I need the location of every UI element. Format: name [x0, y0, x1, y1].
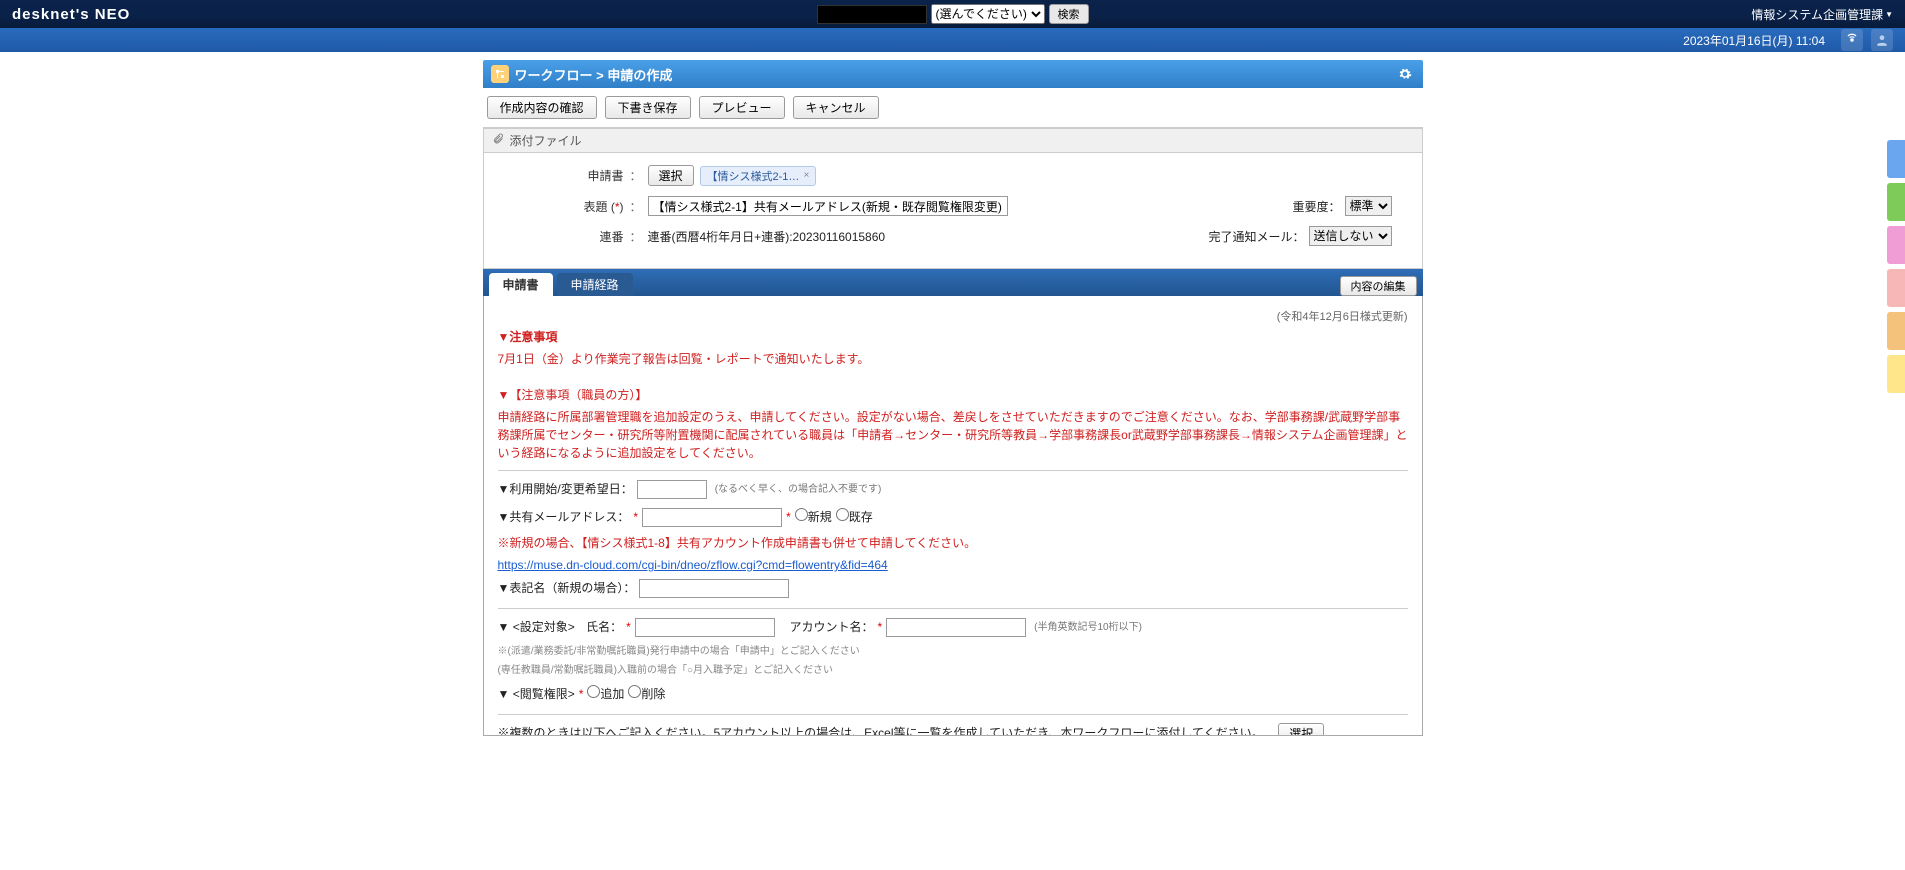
- title-label: 表題 (*): [514, 198, 624, 215]
- current-datetime: 2023年01月16日(月) 11:04: [1683, 32, 1825, 49]
- side-tab-1[interactable]: [1887, 140, 1905, 178]
- paperclip-icon: [492, 133, 504, 148]
- form-updated-note: (令和4年12月6日様式更新): [498, 308, 1408, 324]
- importance-label: 重要度：: [1292, 198, 1340, 215]
- caret-down-icon: ▼: [1885, 10, 1893, 19]
- antenna-icon[interactable]: [1841, 29, 1863, 51]
- account-input[interactable]: [886, 618, 1026, 637]
- title-input[interactable]: [648, 196, 1008, 216]
- notify-select[interactable]: 送信しない: [1309, 226, 1392, 246]
- caution-text: 7月1日（金）より作業完了報告は回覧・レポートで通知いたします。: [498, 350, 1408, 368]
- user-avatar-icon[interactable]: [1871, 29, 1893, 51]
- caution-heading: ▼注意事項: [498, 328, 1408, 346]
- breadcrumb: ワークフロー > 申請の作成: [515, 65, 673, 84]
- perm-header: ▼ <閲覧権限>: [498, 684, 575, 706]
- radio-new-label[interactable]: 新規: [795, 507, 832, 529]
- name-label: 氏名：: [586, 617, 622, 639]
- search-scope-select[interactable]: (選んでください): [931, 4, 1045, 24]
- selected-form-tag[interactable]: 【情シス様式2-1… ×: [700, 166, 817, 186]
- cancel-button[interactable]: キャンセル: [793, 96, 879, 119]
- current-user[interactable]: 情報システム企画管理課▼: [1751, 6, 1893, 23]
- radio-add-label[interactable]: 追加: [587, 684, 624, 706]
- multi-select-button[interactable]: 選択: [1278, 723, 1324, 736]
- radio-del[interactable]: [628, 685, 641, 698]
- related-form-link[interactable]: https://muse.dn-cloud.com/cgi-bin/dneo/z…: [498, 558, 888, 572]
- target-note1: ※(派遣/業務委託/非常勤嘱託職員)発行申請中の場合「申請中」とご記入ください: [498, 644, 1408, 659]
- side-tab-2[interactable]: [1887, 183, 1905, 221]
- target-header: ▼ <設定対象>: [498, 617, 575, 639]
- form-label: 申請書: [514, 167, 624, 184]
- side-tab-3[interactable]: [1887, 226, 1905, 264]
- remove-tag-icon[interactable]: ×: [803, 170, 809, 181]
- side-quick-tabs: [1887, 140, 1905, 393]
- side-tab-4[interactable]: [1887, 269, 1905, 307]
- mail-input[interactable]: [642, 508, 782, 527]
- start-date-hint: (なるべく早く、の場合記入不要です): [715, 481, 882, 499]
- multi-note: ※複数のときは以下へご記入ください。5アカウント以上の場合は、Excel等に一覧…: [498, 723, 1264, 736]
- radio-del-label[interactable]: 削除: [628, 684, 665, 706]
- mail-label: ▼共有メールアドレス：: [498, 507, 630, 529]
- side-tab-6[interactable]: [1887, 355, 1905, 393]
- select-form-button[interactable]: 選択: [648, 165, 694, 186]
- app-logo: desknet's NEO: [12, 6, 130, 23]
- panel-settings-button[interactable]: [1395, 64, 1415, 84]
- global-search: (選んでください) 検索: [817, 4, 1089, 24]
- workflow-icon: [491, 65, 509, 83]
- radio-existing[interactable]: [836, 508, 849, 521]
- start-date-label: ▼利用開始/変更希望日：: [498, 479, 633, 501]
- search-input[interactable]: [817, 5, 927, 24]
- display-name-label: ▼表記名（新規の場合）：: [498, 578, 636, 600]
- radio-new[interactable]: [795, 508, 808, 521]
- tab-route[interactable]: 申請経路: [557, 273, 633, 296]
- panel-title-bar: ワークフロー > 申請の作成: [483, 60, 1423, 88]
- notify-label: 完了通知メール：: [1208, 228, 1304, 245]
- tab-application[interactable]: 申請書: [489, 273, 553, 296]
- confirm-button[interactable]: 作成内容の確認: [487, 96, 597, 119]
- caution2-text: 申請経路に所属部署管理職を追加設定のうえ、申請してください。設定がない場合、差戻…: [498, 408, 1408, 462]
- serial-value: 連番(西暦4桁年月日+連番):20230116015860: [648, 228, 886, 245]
- edit-content-button[interactable]: 内容の編集: [1340, 276, 1417, 296]
- account-hint: (半角英数記号10桁以下): [1034, 619, 1142, 637]
- search-button[interactable]: 検索: [1049, 4, 1089, 24]
- start-date-input[interactable]: [637, 480, 707, 499]
- name-input[interactable]: [635, 618, 775, 637]
- display-name-input[interactable]: [639, 579, 789, 598]
- draft-save-button[interactable]: 下書き保存: [605, 96, 691, 119]
- preview-button[interactable]: プレビュー: [699, 96, 785, 119]
- importance-select[interactable]: 標準: [1345, 196, 1392, 216]
- attachment-label: 添付ファイル: [510, 132, 582, 149]
- side-tab-5[interactable]: [1887, 312, 1905, 350]
- serial-label: 連番: [514, 228, 624, 245]
- target-note2: (専任教職員/常勤嘱託職員)入職前の場合「○月入職予定」とご記入ください: [498, 663, 1408, 678]
- radio-existing-label[interactable]: 既存: [836, 507, 873, 529]
- attachment-bar[interactable]: 添付ファイル: [483, 128, 1423, 153]
- caution2-heading: ▼【注意事項（職員の方）】: [498, 386, 1408, 404]
- mail-note: ※新規の場合、【情シス様式1-8】共有アカウント作成申請書も併せて申請してくださ…: [498, 534, 1408, 552]
- account-label: アカウント名：: [789, 617, 873, 639]
- radio-add[interactable]: [587, 685, 600, 698]
